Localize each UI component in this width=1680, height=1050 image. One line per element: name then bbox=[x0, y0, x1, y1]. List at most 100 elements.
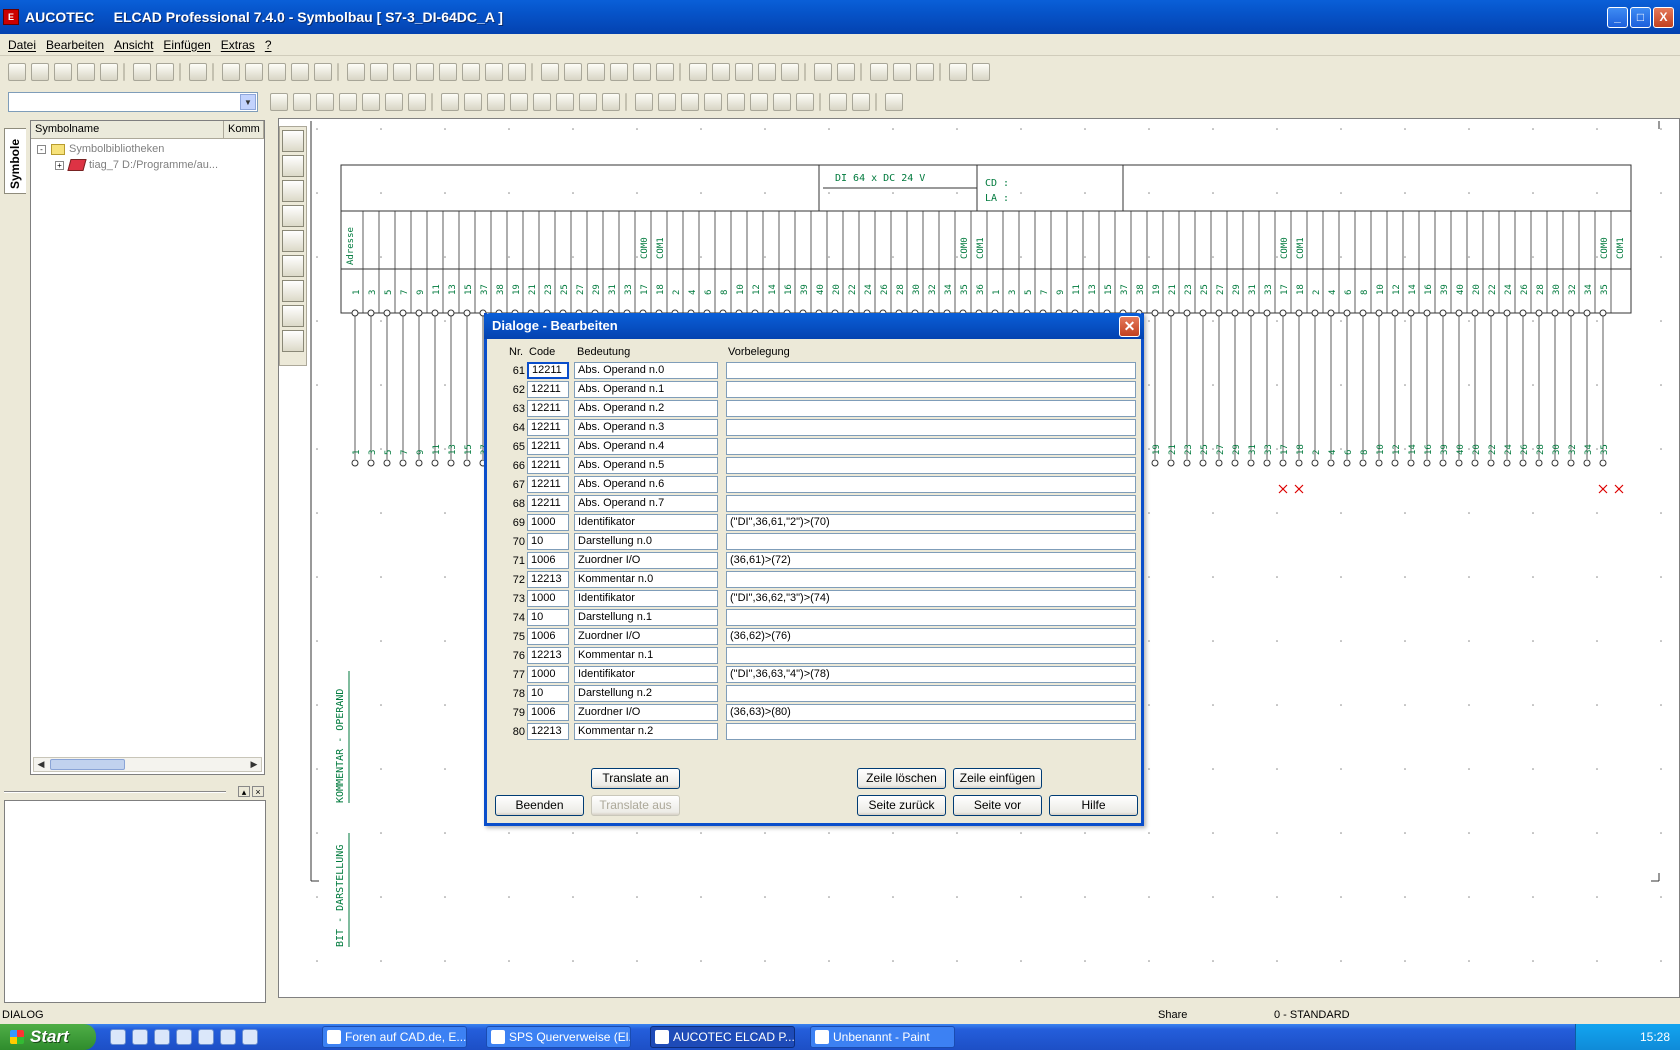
pin-in-icon[interactable] bbox=[282, 130, 304, 152]
code-field[interactable]: 1000 bbox=[527, 514, 569, 531]
code-field[interactable]: 1000 bbox=[527, 590, 569, 607]
scroll-left-icon[interactable]: ◀ bbox=[34, 758, 48, 771]
menu-help[interactable]: ? bbox=[265, 38, 272, 52]
attribute-icon[interactable] bbox=[439, 63, 457, 81]
down-arrow-icon[interactable] bbox=[658, 93, 676, 111]
vorbelegung-field[interactable] bbox=[726, 571, 1136, 588]
new-icon[interactable] bbox=[8, 63, 26, 81]
code-field[interactable]: 12213 bbox=[527, 571, 569, 588]
frame-icon[interactable] bbox=[222, 63, 240, 81]
code-field[interactable]: 12213 bbox=[527, 723, 569, 740]
bedeutung-field[interactable]: Abs. Operand n.2 bbox=[574, 400, 718, 417]
menu-extras[interactable]: Extras bbox=[221, 38, 255, 52]
fit-view-icon[interactable] bbox=[282, 330, 304, 352]
back-icon[interactable] bbox=[293, 93, 311, 111]
dimension-icon[interactable] bbox=[487, 93, 505, 111]
find-icon[interactable] bbox=[870, 63, 888, 81]
zeile-einfuegen-button[interactable]: Zeile einfügen bbox=[953, 768, 1042, 789]
pin-icon[interactable] bbox=[462, 63, 480, 81]
start-button[interactable]: Start bbox=[0, 1024, 96, 1050]
menu-einfuegen[interactable]: Einfügen bbox=[163, 38, 210, 52]
delete-icon[interactable] bbox=[681, 93, 699, 111]
vorbelegung-field[interactable] bbox=[726, 685, 1136, 702]
glasses-icon[interactable] bbox=[385, 93, 403, 111]
scroll-right-icon[interactable]: ▶ bbox=[247, 758, 261, 771]
vorbelegung-field[interactable]: ("DI",36,61,"2")>(70) bbox=[726, 514, 1136, 531]
task-sps-querverweise[interactable]: SPS Querverweise (El... bbox=[486, 1026, 631, 1048]
quicklaunch-firefox-icon[interactable] bbox=[220, 1029, 236, 1045]
new-symbol-icon[interactable] bbox=[31, 63, 49, 81]
grid-icon[interactable] bbox=[314, 63, 332, 81]
vorbelegung-field[interactable] bbox=[726, 723, 1136, 740]
undo-step-icon[interactable] bbox=[362, 93, 380, 111]
help-icon[interactable] bbox=[189, 63, 207, 81]
refresh-icon[interactable] bbox=[781, 63, 799, 81]
vorbelegung-field[interactable] bbox=[726, 438, 1136, 455]
menu-ansicht[interactable]: Ansicht bbox=[114, 38, 153, 52]
bedeutung-field[interactable]: Darstellung n.2 bbox=[574, 685, 718, 702]
vorbelegung-field[interactable] bbox=[726, 495, 1136, 512]
quicklaunch-ie-icon[interactable] bbox=[242, 1029, 258, 1045]
vorbelegung-field[interactable] bbox=[726, 609, 1136, 626]
route-icon[interactable] bbox=[829, 93, 847, 111]
code-field[interactable]: 12211 bbox=[527, 476, 569, 493]
tree-item-tiag7[interactable]: + tiag_7 D:/Programme/au... bbox=[55, 159, 218, 171]
find-next-icon[interactable] bbox=[893, 63, 911, 81]
maximize-button[interactable]: □ bbox=[1630, 7, 1651, 28]
label-icon[interactable] bbox=[508, 63, 526, 81]
filter-icon[interactable] bbox=[689, 63, 707, 81]
component-icon[interactable] bbox=[282, 255, 304, 277]
arrow-left-icon[interactable] bbox=[564, 63, 582, 81]
code-field[interactable]: 10 bbox=[527, 685, 569, 702]
bedeutung-field[interactable]: Abs. Operand n.6 bbox=[574, 476, 718, 493]
pin-down-icon[interactable] bbox=[602, 93, 620, 111]
group-icon[interactable] bbox=[610, 63, 628, 81]
code-field[interactable]: 1006 bbox=[527, 704, 569, 721]
minimize-button[interactable]: _ bbox=[1607, 7, 1628, 28]
binoculars-icon[interactable] bbox=[852, 93, 870, 111]
attach-icon[interactable] bbox=[727, 93, 745, 111]
zoom-out-icon[interactable] bbox=[837, 63, 855, 81]
bedeutung-field[interactable]: Abs. Operand n.5 bbox=[574, 457, 718, 474]
bedeutung-field[interactable]: Identifikator bbox=[574, 666, 718, 683]
vorbelegung-field[interactable] bbox=[726, 362, 1136, 379]
translate-an-button[interactable]: Translate an bbox=[591, 768, 680, 789]
code-field[interactable]: 1006 bbox=[527, 552, 569, 569]
code-field[interactable]: 12211 bbox=[527, 381, 569, 398]
code-field[interactable]: 1006 bbox=[527, 628, 569, 645]
quicklaunch-mail-icon[interactable] bbox=[198, 1029, 214, 1045]
menu-bearbeiten[interactable]: Bearbeiten bbox=[46, 38, 104, 52]
vorbelegung-field[interactable] bbox=[726, 400, 1136, 417]
horizontal-scrollbar[interactable]: ◀ ▶ bbox=[33, 757, 262, 772]
bedeutung-field[interactable]: Abs. Operand n.0 bbox=[574, 362, 718, 379]
text-tool-icon[interactable] bbox=[556, 93, 574, 111]
pen-icon[interactable] bbox=[282, 205, 304, 227]
wire-icon[interactable] bbox=[441, 93, 459, 111]
vorbelegung-field[interactable] bbox=[726, 476, 1136, 493]
table-edit-icon[interactable] bbox=[282, 280, 304, 302]
table-icon[interactable] bbox=[416, 63, 434, 81]
elcad-app-icon[interactable]: E bbox=[3, 9, 19, 25]
code-field[interactable]: 10 bbox=[527, 609, 569, 626]
copy-icon[interactable] bbox=[773, 93, 791, 111]
vorbelegung-field[interactable] bbox=[726, 533, 1136, 550]
expand-icon[interactable]: + bbox=[55, 160, 64, 170]
print-icon[interactable] bbox=[133, 63, 151, 81]
quicklaunch-explorer-icon[interactable] bbox=[154, 1029, 170, 1045]
code-field[interactable]: 12211 bbox=[527, 362, 569, 379]
hilfe-button[interactable]: Hilfe bbox=[1049, 795, 1138, 816]
chevron-down-icon[interactable]: ▼ bbox=[240, 94, 256, 110]
pin-out-icon[interactable] bbox=[282, 155, 304, 177]
sort-asc-icon[interactable] bbox=[735, 63, 753, 81]
vorbelegung-field[interactable] bbox=[726, 381, 1136, 398]
list-icon[interactable] bbox=[656, 63, 674, 81]
vorbelegung-field[interactable]: ("DI",36,62,"3")>(74) bbox=[726, 590, 1136, 607]
undo-icon[interactable] bbox=[949, 63, 967, 81]
vorbelegung-field[interactable]: (36,61)>(72) bbox=[726, 552, 1136, 569]
panel-grip[interactable] bbox=[4, 791, 226, 793]
vorbelegung-field[interactable] bbox=[726, 647, 1136, 664]
bedeutung-field[interactable]: Identifikator bbox=[574, 590, 718, 607]
code-field[interactable]: 12211 bbox=[527, 419, 569, 436]
vorbelegung-field[interactable] bbox=[726, 419, 1136, 436]
task-foren-cad[interactable]: Foren auf CAD.de, E... bbox=[322, 1026, 467, 1048]
